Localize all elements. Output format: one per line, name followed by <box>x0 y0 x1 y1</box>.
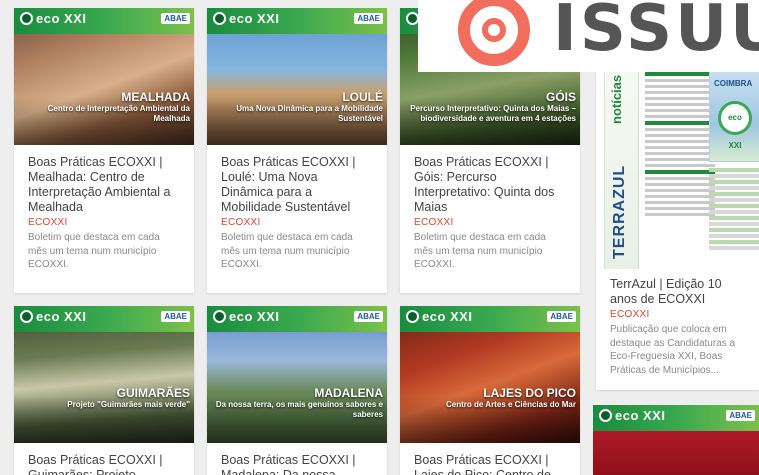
abae-logo: ABAE <box>161 13 190 24</box>
cover-caption: LOULÉ Uma Nova Dinâmica para a Mobilidad… <box>223 90 383 124</box>
publication-card[interactable]: eco XXI ABAE MEALHADA Centro de Interpre… <box>14 8 194 293</box>
cover-place: GUIMARÃES <box>116 386 190 400</box>
cover-thumbnail[interactable]: eco XXI ABAE MADALENA Da nossa terra, os… <box>207 306 387 443</box>
eco-xxi-badge-icon: eco XXI <box>718 101 752 150</box>
cover-caption: GÓIS Percurso Interpretativo: Quinta dos… <box>404 90 576 124</box>
card-description: Boletim que destaca em cada mês um tema … <box>414 232 546 270</box>
abae-logo: ABAE <box>547 311 576 322</box>
eco-xxi-banner: eco XXI ABAE <box>14 8 194 34</box>
issuu-logo-icon <box>458 0 530 66</box>
abae-logo: ABAE <box>354 13 383 24</box>
cover-tagline: Da nossa terra, os mais genuínos sabores… <box>215 400 383 419</box>
card-description: Publicação que coloca em destaque as Can… <box>610 324 736 376</box>
magazine-table <box>709 168 759 252</box>
abae-logo: ABAE <box>354 311 383 322</box>
publication-grid: eco XXI ABAE MEALHADA Centro de Interpre… <box>0 0 759 475</box>
card-description: Boletim que destaca em cada mês um tema … <box>28 232 160 270</box>
publication-card[interactable]: eco XXI ABAE LAJES DO PICO Centro de Art… <box>400 306 580 475</box>
cover-place: LOULÉ <box>342 90 383 104</box>
cover-thumbnail[interactable]: eco XXI ABAE MEALHADA Centro de Interpre… <box>14 8 194 145</box>
abae-logo: ABAE <box>161 311 190 322</box>
cover-caption: GUIMARÃES Projeto "Guimarães mais verde" <box>18 386 190 410</box>
spine-title: TERRAZUL <box>611 164 628 259</box>
cover-caption: MEALHADA Centro de Interpretação Ambient… <box>40 90 190 124</box>
eco-logo-icon <box>20 12 33 25</box>
cover-caption: MADALENA Da nossa terra, os mais genuíno… <box>211 386 383 420</box>
publication-card-terrazul[interactable]: notícias TERRAZUL COIMBRA eco XXI TerrAz… <box>596 64 759 390</box>
eco-xxi-banner: eco XXI ABAE <box>207 8 387 34</box>
card-title[interactable]: Boas Práticas ECOXXI | Guimarães: Projet… <box>28 453 180 475</box>
card-category[interactable]: ECOXXI <box>221 217 373 228</box>
cover-place: MADALENA <box>314 386 383 400</box>
cover-place: LAJES DO PICO <box>483 386 576 400</box>
card-description: Boletim que destaca em cada mês um tema … <box>221 232 353 270</box>
cover-tagline: Uma Nova Dinâmica para a Mobilidade Sust… <box>236 104 383 123</box>
card-title[interactable]: Boas Práticas ECOXXI | Madalena: Da noss… <box>221 453 373 475</box>
feature-city: COIMBRA <box>714 79 753 88</box>
publication-card[interactable]: eco XXI ABAE LOULÉ Uma Nova Dinâmica par… <box>207 8 387 293</box>
abae-logo: ABAE <box>726 410 755 421</box>
issuu-wordmark: ISSUU <box>553 0 759 66</box>
card-title[interactable]: TerrAzul | Edição 10 anos de ECOXXI <box>610 277 751 307</box>
issuu-logo-overlay: ISSUU <box>418 0 759 72</box>
eco-logo-icon <box>20 310 33 323</box>
card-title[interactable]: Boas Práticas ECOXXI | Góis: Percurso In… <box>414 155 566 215</box>
cover-tagline: Centro de Interpretação Ambiental da Mea… <box>47 104 190 123</box>
eco-logo-icon <box>213 12 226 25</box>
cover-place: GÓIS <box>545 90 576 104</box>
card-category[interactable]: ECOXXI <box>414 217 566 228</box>
cover-caption: LAJES DO PICO Centro de Artes e Ciências… <box>404 386 576 410</box>
cover-thumbnail[interactable]: eco XXI ABAE GUIMARÃES Projeto "Guimarãe… <box>14 306 194 443</box>
cover-thumbnail[interactable]: eco XXI ABAE LAJES DO PICO Centro de Art… <box>400 306 580 443</box>
eco-xxi-banner: eco XXI ABAE <box>400 306 580 332</box>
cover-thumbnail[interactable]: eco XXI ABAE LOULÉ Uma Nova Dinâmica par… <box>207 8 387 145</box>
cover-place: MEALHADA <box>121 90 190 104</box>
eco-logo-icon <box>213 310 226 323</box>
magazine-feature-image: COIMBRA eco XXI <box>709 70 759 162</box>
card-category[interactable]: ECOXXI <box>610 309 751 320</box>
eco-xxi-banner: eco XXI ABAE <box>593 405 759 431</box>
eco-logo-icon <box>599 409 612 422</box>
eco-xxi-banner: eco XXI ABAE <box>14 306 194 332</box>
cover-tagline: Centro de Artes e Ciências do Mar <box>446 400 576 409</box>
card-category[interactable]: ECOXXI <box>28 217 180 228</box>
card-title[interactable]: Boas Práticas ECOXXI | Lajes do Pico: Ce… <box>414 453 566 475</box>
eco-logo-icon <box>406 310 419 323</box>
cover-tagline: Percurso Interpretativo: Quinta dos Maia… <box>410 104 576 123</box>
magazine-text-block <box>645 72 715 219</box>
publication-card[interactable]: eco XXI ABAE GUIMARÃES Projeto "Guimarãe… <box>14 306 194 475</box>
magazine-cover[interactable]: notícias TERRAZUL COIMBRA eco XXI <box>604 64 759 269</box>
eco-xxi-banner: eco XXI ABAE <box>207 306 387 332</box>
magazine-spine: notícias TERRAZUL <box>605 64 639 269</box>
publication-card[interactable]: eco XXI ABAE <box>593 405 759 475</box>
publication-card[interactable]: eco XXI ABAE MADALENA Da nossa terra, os… <box>207 306 387 475</box>
cover-tagline: Projeto "Guimarães mais verde" <box>67 400 190 409</box>
spine-label: notícias <box>609 74 624 124</box>
card-title[interactable]: Boas Práticas ECOXXI | Loulé: Uma Nova D… <box>221 155 373 215</box>
card-title[interactable]: Boas Práticas ECOXXI | Mealhada: Centro … <box>28 155 180 215</box>
